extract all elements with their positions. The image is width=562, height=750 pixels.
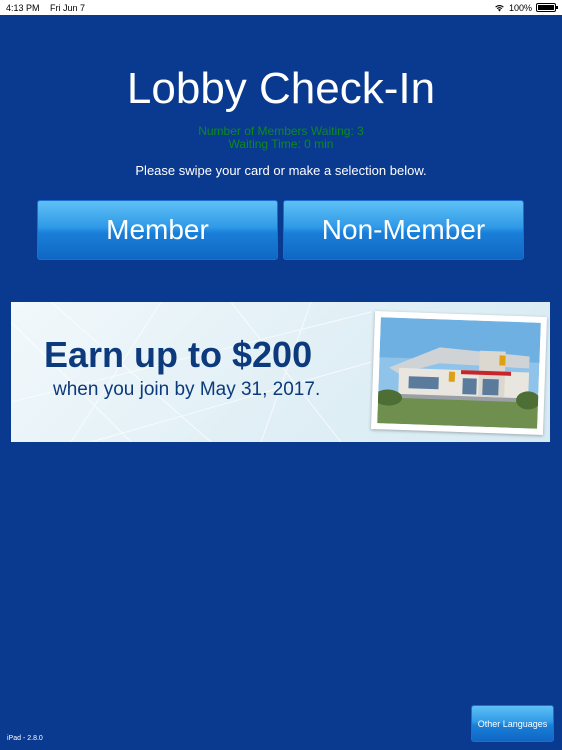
status-bar: 4:13 PM Fri Jun 7 100%	[0, 0, 562, 15]
queue-info: Number of Members Waiting: 3 Waiting Tim…	[0, 125, 562, 151]
banner-subline: when you join by May 31, 2017.	[53, 379, 321, 400]
other-languages-button[interactable]: Other Languages	[471, 705, 554, 742]
non-member-button[interactable]: Non-Member	[283, 200, 524, 260]
battery-icon	[536, 3, 558, 12]
status-left: 4:13 PM Fri Jun 7	[6, 3, 93, 13]
promo-banner[interactable]: Earn up to $200 when you join by May 31,…	[11, 302, 550, 442]
status-right: 100%	[494, 2, 558, 13]
branch-building-image	[377, 317, 541, 429]
status-date: Fri Jun 7	[50, 2, 86, 13]
wifi-icon	[495, 4, 504, 11]
app-version: iPad - 2.8.0	[7, 735, 43, 742]
member-button[interactable]: Member	[37, 200, 278, 260]
page-title: Lobby Check-In	[126, 64, 436, 113]
battery-percent: 100%	[508, 2, 532, 13]
waiting-time-text: Waiting Time: 0 min	[228, 137, 334, 151]
status-time: 4:13 PM	[6, 2, 40, 13]
instruction-text: Please swipe your card or make a selecti…	[135, 163, 427, 178]
banner-headline: Earn up to $200	[44, 334, 313, 375]
branch-photo	[370, 311, 548, 435]
